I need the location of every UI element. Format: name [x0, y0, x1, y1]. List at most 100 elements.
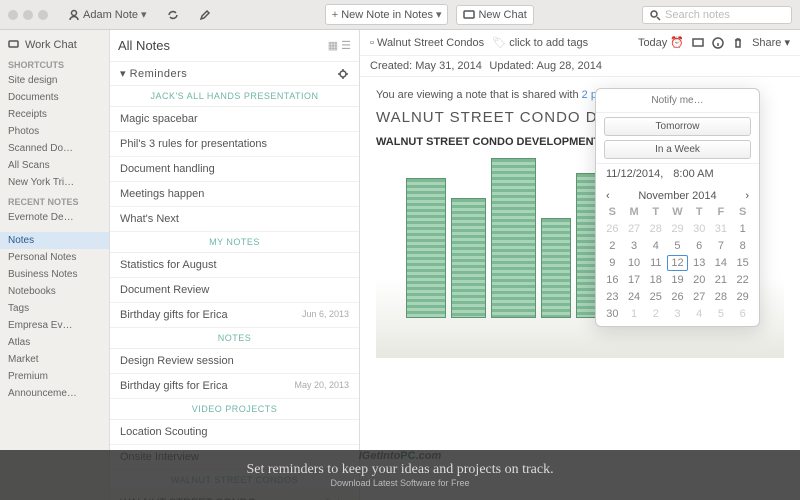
sidebar-work-chat[interactable]: Work Chat: [0, 36, 109, 54]
note-list-item[interactable]: Document handling: [110, 157, 359, 182]
calendar-day[interactable]: 28: [711, 289, 732, 305]
note-list-item[interactable]: Birthday gifts for EricaMay 20, 2013: [110, 374, 359, 399]
calendar-day[interactable]: 18: [645, 272, 666, 288]
sidebar-shortcut-item[interactable]: Documents: [0, 89, 109, 106]
calendar-day[interactable]: 9: [602, 255, 623, 271]
trash-icon[interactable]: [732, 37, 744, 49]
calendar-day[interactable]: 2: [645, 306, 666, 322]
sidebar-shortcut-item[interactable]: New York Tri…: [0, 174, 109, 191]
traffic-lights[interactable]: [8, 10, 48, 20]
calendar-day[interactable]: 30: [689, 221, 710, 237]
sidebar-shortcut-item[interactable]: Scanned Do…: [0, 140, 109, 157]
calendar-day[interactable]: 8: [732, 238, 753, 254]
sidebar-main-item[interactable]: Business Notes: [0, 266, 109, 283]
calendar-day[interactable]: 3: [624, 238, 645, 254]
calendar-day[interactable]: 20: [689, 272, 710, 288]
calendar-day[interactable]: 2: [602, 238, 623, 254]
sidebar-shortcut-item[interactable]: Photos: [0, 123, 109, 140]
new-chat-button[interactable]: New Chat: [456, 5, 533, 25]
calendar-day[interactable]: 6: [689, 238, 710, 254]
calendar-day[interactable]: 5: [667, 238, 688, 254]
info-icon[interactable]: [712, 37, 724, 49]
calendar-day[interactable]: 29: [667, 221, 688, 237]
calendar-day[interactable]: 15: [732, 255, 753, 271]
calendar-day[interactable]: 7: [711, 238, 732, 254]
calendar-day[interactable]: 5: [711, 306, 732, 322]
notebook-selector[interactable]: ▫ Walnut Street Condos: [370, 37, 484, 49]
gear-icon[interactable]: [337, 68, 349, 80]
share-button[interactable]: Share ▾: [752, 36, 790, 49]
calendar-day[interactable]: 24: [624, 289, 645, 305]
calendar-day[interactable]: 27: [689, 289, 710, 305]
sidebar-main-item[interactable]: Empresa Ev…: [0, 317, 109, 334]
prev-month[interactable]: ‹: [606, 190, 610, 202]
calendar-day[interactable]: 14: [711, 255, 732, 271]
sidebar-main-item[interactable]: Personal Notes: [0, 249, 109, 266]
note-list-item[interactable]: What's Next: [110, 207, 359, 232]
note-list-item[interactable]: Meetings happen: [110, 182, 359, 207]
calendar-day[interactable]: 1: [732, 221, 753, 237]
sidebar-main-item[interactable]: Tags: [0, 300, 109, 317]
note-list-item[interactable]: Birthday gifts for EricaJun 6, 2013: [110, 303, 359, 328]
sidebar-shortcut-item[interactable]: Site design: [0, 72, 109, 89]
calendar-day[interactable]: 1: [624, 306, 645, 322]
note-list-item[interactable]: Design Review session: [110, 349, 359, 374]
note-list-item[interactable]: Document Review: [110, 278, 359, 303]
calendar-day[interactable]: 27: [624, 221, 645, 237]
add-tags[interactable]: 🏷 click to add tags: [492, 36, 588, 49]
sidebar-recent-item[interactable]: Evernote De…: [0, 209, 109, 226]
edit-button[interactable]: [193, 6, 217, 24]
calendar-day[interactable]: 30: [602, 306, 623, 322]
note-list-item[interactable]: Statistics for August: [110, 253, 359, 278]
sidebar-shortcut-item[interactable]: All Scans: [0, 157, 109, 174]
calendar-day[interactable]: 23: [602, 289, 623, 305]
calendar-day[interactable]: 4: [645, 238, 666, 254]
calendar-day[interactable]: 31: [711, 221, 732, 237]
window-toolbar: Adam Note ▾ + New Note in Notes ▾ New Ch…: [0, 0, 800, 30]
calendar-day[interactable]: 21: [711, 272, 732, 288]
reminders-header[interactable]: ▾ Reminders: [110, 62, 359, 86]
calendar-day[interactable]: 25: [645, 289, 666, 305]
calendar-day[interactable]: 26: [667, 289, 688, 305]
sidebar-shortcut-item[interactable]: Receipts: [0, 106, 109, 123]
calendar-day[interactable]: 10: [624, 255, 645, 271]
calendar-day[interactable]: 12: [667, 255, 688, 271]
sidebar-main-item[interactable]: Notes: [0, 232, 109, 249]
calendar-day[interactable]: 29: [732, 289, 753, 305]
note-list-item[interactable]: Phil's 3 rules for presentations: [110, 132, 359, 157]
sidebar-main-item[interactable]: Premium: [0, 368, 109, 385]
calendar-day[interactable]: 11: [645, 255, 666, 271]
reminder-today[interactable]: Today ⏰: [638, 36, 684, 49]
reminder-datetime[interactable]: 11/12/2014,8:00 AM: [596, 163, 759, 184]
next-month[interactable]: ›: [745, 190, 749, 202]
calendar-day[interactable]: 28: [645, 221, 666, 237]
search-input[interactable]: Search notes: [642, 6, 792, 24]
new-note-button[interactable]: + New Note in Notes ▾: [325, 4, 449, 25]
note-section-head: NOTES: [110, 328, 359, 349]
popover-title: Notify me…: [596, 89, 759, 113]
calendar-day[interactable]: 13: [689, 255, 710, 271]
note-list-title[interactable]: All Notes: [118, 38, 170, 53]
view-toggle[interactable]: ▦ ☰: [328, 39, 351, 52]
note-list-item[interactable]: Location Scouting: [110, 420, 359, 445]
calendar-day[interactable]: 22: [732, 272, 753, 288]
notify-tomorrow-button[interactable]: Tomorrow: [604, 117, 751, 136]
calendar-day[interactable]: 3: [667, 306, 688, 322]
calendar-day[interactable]: 26: [602, 221, 623, 237]
calendar-day[interactable]: 4: [689, 306, 710, 322]
calendar-day[interactable]: 16: [602, 272, 623, 288]
user-menu[interactable]: Adam Note ▾: [62, 5, 153, 24]
calendar-day[interactable]: 19: [667, 272, 688, 288]
note-section-head: MY NOTES: [110, 232, 359, 253]
sidebar-main-item[interactable]: Notebooks: [0, 283, 109, 300]
sync-button[interactable]: [161, 6, 185, 24]
note-list: All Notes ▦ ☰ ▾ Reminders JACK'S ALL HAN…: [110, 30, 360, 500]
calendar-day[interactable]: 6: [732, 306, 753, 322]
sidebar-main-item[interactable]: Atlas: [0, 334, 109, 351]
present-icon[interactable]: [692, 37, 704, 49]
note-list-item[interactable]: Magic spacebar: [110, 107, 359, 132]
calendar-day[interactable]: 17: [624, 272, 645, 288]
sidebar-main-item[interactable]: Announceme…: [0, 385, 109, 402]
notify-week-button[interactable]: In a Week: [604, 140, 751, 159]
sidebar-main-item[interactable]: Market: [0, 351, 109, 368]
